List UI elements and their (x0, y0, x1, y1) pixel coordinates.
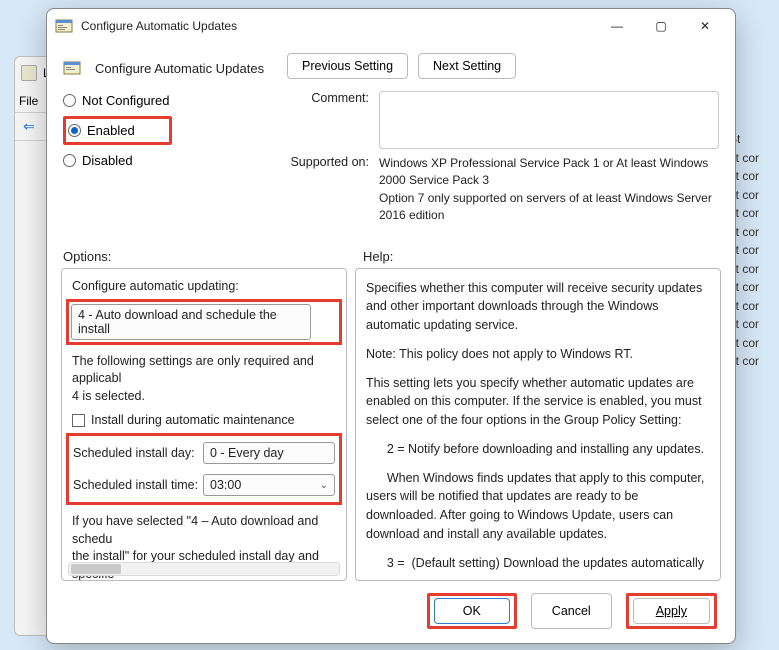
bg-status-row: ot cor (729, 241, 779, 260)
help-label: Help: (363, 249, 393, 264)
sched-day-label: Scheduled install day: (73, 446, 203, 460)
window-close-icon[interactable]: ✕ (683, 11, 727, 41)
help-text: 2 = Notify before downloading and instal… (366, 440, 710, 459)
bg-status-row: ot cor (729, 167, 779, 186)
config-updating-label: Configure automatic updating: (72, 279, 336, 293)
comment-input[interactable] (379, 91, 719, 149)
bg-status-row: ot cor (729, 204, 779, 223)
highlight-schedule: Scheduled install day: 0 - Every day Sch… (66, 433, 342, 505)
policy-name: Configure Automatic Updates (95, 61, 264, 76)
bg-status-row: ot cor (729, 186, 779, 205)
configure-updates-dialog: Configure Automatic Updates — ▢ ✕ Config… (46, 8, 736, 644)
radio-enabled[interactable]: Enabled (68, 123, 135, 138)
supported-text: Windows XP Professional Service Pack 1 o… (379, 155, 719, 225)
checkbox-icon (72, 414, 85, 427)
install-maintenance-checkbox[interactable]: Install during automatic maintenance (72, 413, 336, 427)
window-minimize-icon[interactable]: — (595, 11, 639, 41)
radio-disabled[interactable]: Disabled (63, 153, 273, 168)
highlight-apply: Apply (626, 593, 717, 629)
highlight-ok: OK (427, 593, 517, 629)
help-text: Specifies whether this computer will rec… (366, 279, 710, 335)
following-note: The following settings are only required… (72, 353, 336, 406)
radio-icon (68, 124, 81, 137)
policy-heading: Configure Automatic Updates (63, 59, 273, 77)
sched-day-value: 0 - Every day (210, 446, 284, 460)
sched-time-label: Scheduled install time: (73, 478, 203, 492)
options-panel: Configure automatic updating: 4 - Auto d… (61, 268, 347, 581)
bg-status-row: ot cor (729, 334, 779, 353)
help-text: 3 = (Default setting) Download the updat… (366, 554, 710, 572)
policy-state-group: Configure Automatic Updates Not Configur… (63, 53, 273, 231)
options-label: Options: (63, 249, 363, 264)
radio-label: Enabled (87, 123, 135, 138)
sched-day-dropdown[interactable]: 0 - Every day (203, 442, 335, 464)
dialog-title: Configure Automatic Updates (81, 19, 237, 33)
dialog-titlebar: Configure Automatic Updates — ▢ ✕ (47, 9, 735, 43)
ok-button[interactable]: OK (434, 598, 510, 624)
install-maintenance-label: Install during automatic maintenance (91, 413, 295, 427)
bg-status-column: St ot cor ot cor ot cor ot cor ot cor ot… (729, 130, 779, 371)
radio-label: Disabled (82, 153, 133, 168)
bg-status-header: St (729, 130, 779, 149)
dialog-footer: OK Cancel Apply (47, 581, 735, 643)
config-updating-dropdown[interactable]: 4 - Auto download and schedule the insta… (71, 304, 311, 340)
help-text: When Windows finds updates that apply to… (366, 469, 710, 544)
bg-file-menu[interactable]: File (19, 94, 38, 108)
options-hscrollbar[interactable] (68, 562, 340, 576)
comment-label: Comment: (287, 91, 369, 105)
bg-status-row: ot cor (729, 352, 779, 371)
sched-time-dropdown[interactable]: 03:00 ⌄ (203, 474, 335, 496)
next-setting-button[interactable]: Next Setting (418, 53, 516, 79)
bg-status-row: ot cor (729, 149, 779, 168)
help-panel: Specifies whether this computer will rec… (355, 268, 721, 581)
bg-back-icon[interactable]: ⇐ (19, 117, 39, 137)
radio-not-configured[interactable]: Not Configured (63, 93, 273, 108)
bg-status-row: ot cor (729, 315, 779, 334)
radio-icon (63, 94, 76, 107)
sched-time-value: 03:00 (210, 478, 241, 492)
bg-title-icon (21, 65, 37, 81)
highlight-config-dropdown: 4 - Auto download and schedule the insta… (66, 299, 342, 345)
radio-label: Not Configured (82, 93, 169, 108)
window-maximize-icon[interactable]: ▢ (639, 11, 683, 41)
chevron-down-icon: ⌄ (320, 480, 328, 491)
supported-label: Supported on: (287, 155, 369, 169)
bg-status-row: ot cor (729, 278, 779, 297)
bg-status-row: ot cor (729, 297, 779, 316)
apply-button[interactable]: Apply (633, 598, 710, 624)
bg-status-row: ot cor (729, 260, 779, 279)
radio-icon (63, 154, 76, 167)
previous-setting-button[interactable]: Previous Setting (287, 53, 408, 79)
highlight-enabled: Enabled (63, 116, 172, 145)
bg-status-row: ot cor (729, 223, 779, 242)
policy-icon (63, 59, 81, 77)
policy-icon (55, 17, 73, 35)
help-text: Note: This policy does not apply to Wind… (366, 345, 710, 364)
cancel-button[interactable]: Cancel (531, 593, 612, 629)
config-updating-value: 4 - Auto download and schedule the insta… (78, 308, 277, 336)
help-text: This setting lets you specify whether au… (366, 374, 710, 430)
